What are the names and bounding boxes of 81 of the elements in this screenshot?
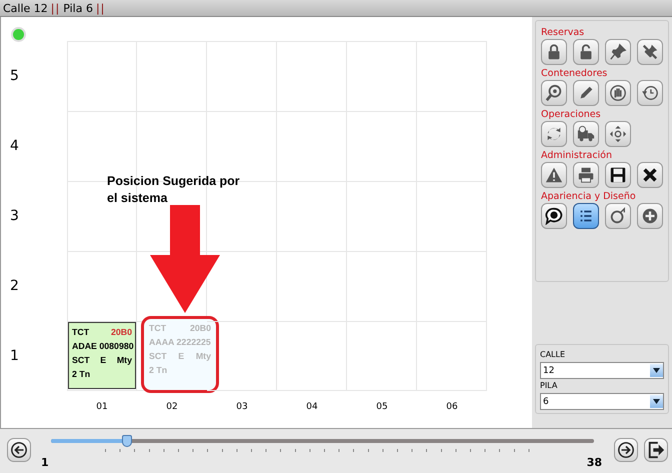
tool-button[interactable] [573, 203, 599, 229]
slider-min-label: 1 [41, 456, 49, 469]
separator-text: || [96, 2, 106, 14]
column-label: 03 [236, 402, 248, 412]
container-text: TCT [149, 322, 166, 335]
tool-button[interactable] [605, 80, 631, 106]
section-title: Operaciones [541, 109, 602, 120]
container-text: 20B0 [110, 326, 132, 339]
dropdown-field[interactable]: 12 [540, 362, 664, 379]
tool-button[interactable] [637, 80, 663, 106]
tool-button[interactable] [605, 121, 631, 147]
container-text: AAAA 2222225 [149, 336, 211, 349]
exit-icon [647, 441, 665, 459]
printer-icon [577, 166, 595, 184]
tool-button[interactable] [541, 162, 567, 188]
tool-button[interactable] [637, 39, 663, 65]
container-text: 2 Tn [72, 368, 90, 381]
container-text: SCT [72, 354, 90, 367]
tool-button[interactable] [573, 162, 599, 188]
tool-button[interactable] [541, 203, 567, 229]
tool-button[interactable] [637, 162, 663, 188]
close-icon [641, 166, 659, 184]
container-text: 20B0 [190, 322, 211, 335]
annotation-text: Posicion Sugerida por el sistema [107, 173, 241, 207]
tier-label: 4 [10, 138, 19, 154]
warning-icon [545, 166, 563, 184]
tool-button[interactable] [541, 39, 567, 65]
dropdown-arrow-icon [653, 368, 660, 373]
dropdown-field[interactable]: 6 [540, 393, 664, 410]
container-text: ADAE 0080980 [72, 340, 134, 353]
tier-label: 2 [10, 278, 19, 294]
column-label: 01 [96, 402, 108, 412]
pin-icon [609, 43, 627, 61]
save-icon [609, 166, 627, 184]
container-text: 2 Tn [149, 364, 168, 377]
section-title: Reservas [541, 27, 586, 38]
tool-button[interactable] [605, 162, 631, 188]
section-title: Administración [541, 150, 614, 161]
clock-icon [641, 84, 659, 102]
container-text: Mty [116, 354, 132, 367]
down-arrow-icon [149, 205, 221, 313]
tool-button[interactable] [573, 39, 599, 65]
tool-button[interactable] [637, 203, 663, 229]
field-label: CALLE [540, 350, 566, 359]
unpin-icon [641, 43, 659, 61]
magnifier-icon [545, 84, 563, 102]
tool-button[interactable] [541, 80, 567, 106]
container-card[interactable]: TCT 20B0 ADAE 0080980 SCT E Mty 2 Tn [68, 322, 136, 389]
next-button[interactable] [614, 438, 638, 462]
column-label: 02 [166, 402, 178, 412]
move-icon [609, 125, 627, 143]
tool-button[interactable] [605, 39, 631, 65]
speech-bubble-icon [545, 207, 563, 225]
exit-button[interactable] [644, 438, 668, 462]
tier-label: 1 [10, 348, 19, 364]
separator-text: || [50, 2, 60, 14]
container-text: E [178, 350, 184, 363]
tool-button[interactable] [573, 80, 599, 106]
previous-button[interactable] [7, 438, 31, 462]
truck-icon [577, 125, 595, 143]
title-text: Calle 12 [3, 2, 48, 14]
column-label: 04 [306, 402, 318, 412]
container-text: Mty [196, 350, 211, 363]
container-text: SCT [149, 350, 167, 363]
tier-label: 3 [10, 208, 19, 224]
tier-label: 5 [10, 68, 19, 84]
column-label: 06 [446, 402, 458, 412]
tool-button[interactable] [573, 121, 599, 147]
container-text: TCT [72, 326, 90, 339]
section-title: Apariencia y Diseño [541, 191, 637, 202]
container-text: E [100, 354, 106, 367]
plus-icon [641, 207, 659, 225]
section-title: Contenedores [541, 68, 608, 79]
column-label: 05 [376, 402, 388, 412]
dropdown-arrow-icon [653, 399, 660, 404]
title-text: Pila 6 [63, 2, 93, 14]
tool-button[interactable] [605, 203, 631, 229]
slider-max-label: 38 [586, 456, 602, 469]
refresh-icon [545, 125, 563, 143]
field-label: PILA [540, 381, 558, 390]
slider-thumb[interactable] [122, 435, 132, 447]
